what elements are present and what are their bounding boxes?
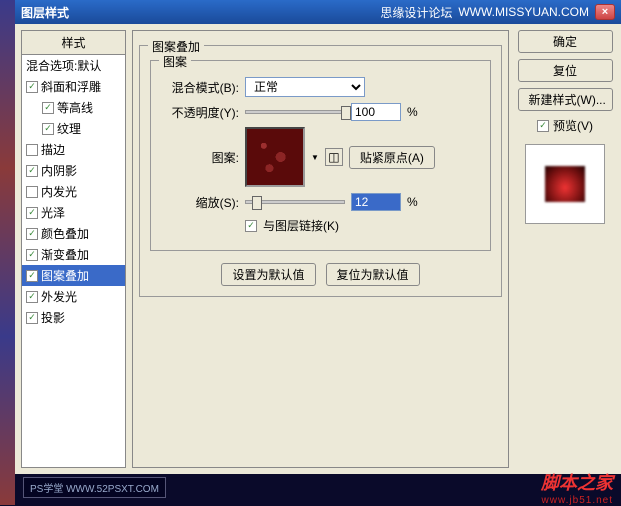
- sidebar-item-8[interactable]: ✓渐变叠加: [22, 244, 125, 265]
- style-checkbox[interactable]: ✓: [42, 102, 54, 114]
- new-pattern-icon[interactable]: ◫: [325, 148, 343, 166]
- sidebar-item-6[interactable]: ✓光泽: [22, 202, 125, 223]
- style-label: 内阴影: [41, 162, 77, 179]
- style-label: 光泽: [41, 204, 65, 221]
- window-title: 图层样式: [21, 4, 69, 21]
- style-checkbox[interactable]: ✓: [26, 270, 38, 282]
- scale-slider[interactable]: [245, 200, 345, 204]
- sidebar-header: 样式: [22, 31, 125, 55]
- opacity-value[interactable]: 100: [351, 103, 401, 121]
- jb-watermark: 脚本之家: [541, 469, 613, 495]
- style-label: 纹理: [57, 120, 81, 137]
- style-checkbox[interactable]: ✓: [26, 186, 38, 198]
- style-label: 描边: [41, 141, 65, 158]
- sidebar-item-1[interactable]: ✓等高线: [22, 97, 125, 118]
- pattern-label: 图案:: [161, 149, 239, 166]
- blend-mode-label: 混合模式(B):: [161, 79, 239, 96]
- sidebar-item-0[interactable]: ✓斜面和浮雕: [22, 76, 125, 97]
- preview-checkbox[interactable]: ✓: [537, 120, 549, 132]
- right-column: 确定 复位 新建样式(W)... ✓ 预览(V): [515, 30, 615, 468]
- style-label: 颜色叠加: [41, 225, 89, 242]
- style-checkbox[interactable]: ✓: [26, 291, 38, 303]
- style-checkbox[interactable]: ✓: [26, 144, 38, 156]
- style-label: 斜面和浮雕: [41, 78, 101, 95]
- sidebar-item-9[interactable]: ✓图案叠加: [22, 265, 125, 286]
- set-default-button[interactable]: 设置为默认值: [221, 263, 315, 286]
- sidebar-item-7[interactable]: ✓颜色叠加: [22, 223, 125, 244]
- style-checkbox[interactable]: ✓: [26, 228, 38, 240]
- sidebar-item-5[interactable]: ✓内发光: [22, 181, 125, 202]
- sidebar-item-10[interactable]: ✓外发光: [22, 286, 125, 307]
- pattern-preview[interactable]: [245, 127, 305, 187]
- sidebar-item-4[interactable]: ✓内阴影: [22, 160, 125, 181]
- blend-mode-select[interactable]: 正常: [245, 77, 365, 97]
- scale-value[interactable]: 12: [351, 193, 401, 211]
- main-panel: 图案叠加 图案 混合模式(B): 正常 不透明度(Y): 100 % 图案: ▼: [132, 30, 509, 468]
- sidebar-item-2[interactable]: ✓纹理: [22, 118, 125, 139]
- link-layer-checkbox[interactable]: ✓: [245, 220, 257, 232]
- close-icon[interactable]: ×: [595, 4, 615, 20]
- dialog-body: 样式 混合选项:默认 ✓斜面和浮雕✓等高线✓纹理✓描边✓内阴影✓内发光✓光泽✓颜…: [15, 24, 621, 474]
- style-label: 图案叠加: [41, 267, 89, 284]
- reset-default-button[interactable]: 复位为默认值: [326, 263, 420, 286]
- style-checkbox[interactable]: ✓: [26, 249, 38, 261]
- style-checkbox[interactable]: ✓: [26, 312, 38, 324]
- blend-options[interactable]: 混合选项:默认: [22, 55, 125, 76]
- ps-watermark: PS学堂 WWW.52PSXT.COM: [23, 477, 166, 498]
- preview-label: 预览(V): [553, 117, 593, 134]
- opacity-label: 不透明度(Y):: [161, 104, 239, 121]
- style-label: 等高线: [57, 99, 93, 116]
- preview-thumbnail: [525, 144, 605, 224]
- scale-label: 缩放(S):: [161, 194, 239, 211]
- snap-origin-button[interactable]: 贴紧原点(A): [349, 146, 435, 169]
- style-label: 内发光: [41, 183, 77, 200]
- style-checkbox[interactable]: ✓: [26, 207, 38, 219]
- style-label: 外发光: [41, 288, 77, 305]
- style-checkbox[interactable]: ✓: [42, 123, 54, 135]
- inner-group-title: 图案: [159, 53, 191, 70]
- styles-sidebar: 样式 混合选项:默认 ✓斜面和浮雕✓等高线✓纹理✓描边✓内阴影✓内发光✓光泽✓颜…: [21, 30, 126, 468]
- forum-text: 思缘设计论坛: [380, 4, 452, 21]
- style-checkbox[interactable]: ✓: [26, 81, 38, 93]
- cancel-button[interactable]: 复位: [518, 59, 613, 82]
- title-bar: 图层样式 思缘设计论坛 WWW.MISSYUAN.COM ×: [15, 0, 621, 24]
- style-label: 渐变叠加: [41, 246, 89, 263]
- new-style-button[interactable]: 新建样式(W)...: [518, 88, 613, 111]
- ok-button[interactable]: 确定: [518, 30, 613, 53]
- style-checkbox[interactable]: ✓: [26, 165, 38, 177]
- link-layer-label: 与图层链接(K): [263, 217, 339, 234]
- watermarks: PS学堂 WWW.52PSXT.COM 脚本之家 www.jb51.net: [15, 473, 621, 501]
- style-label: 投影: [41, 309, 65, 326]
- forum-url: WWW.MISSYUAN.COM: [458, 5, 589, 19]
- jb-url: www.jb51.net: [541, 495, 613, 506]
- opacity-slider[interactable]: [245, 110, 345, 114]
- sidebar-item-3[interactable]: ✓描边: [22, 139, 125, 160]
- sidebar-item-11[interactable]: ✓投影: [22, 307, 125, 328]
